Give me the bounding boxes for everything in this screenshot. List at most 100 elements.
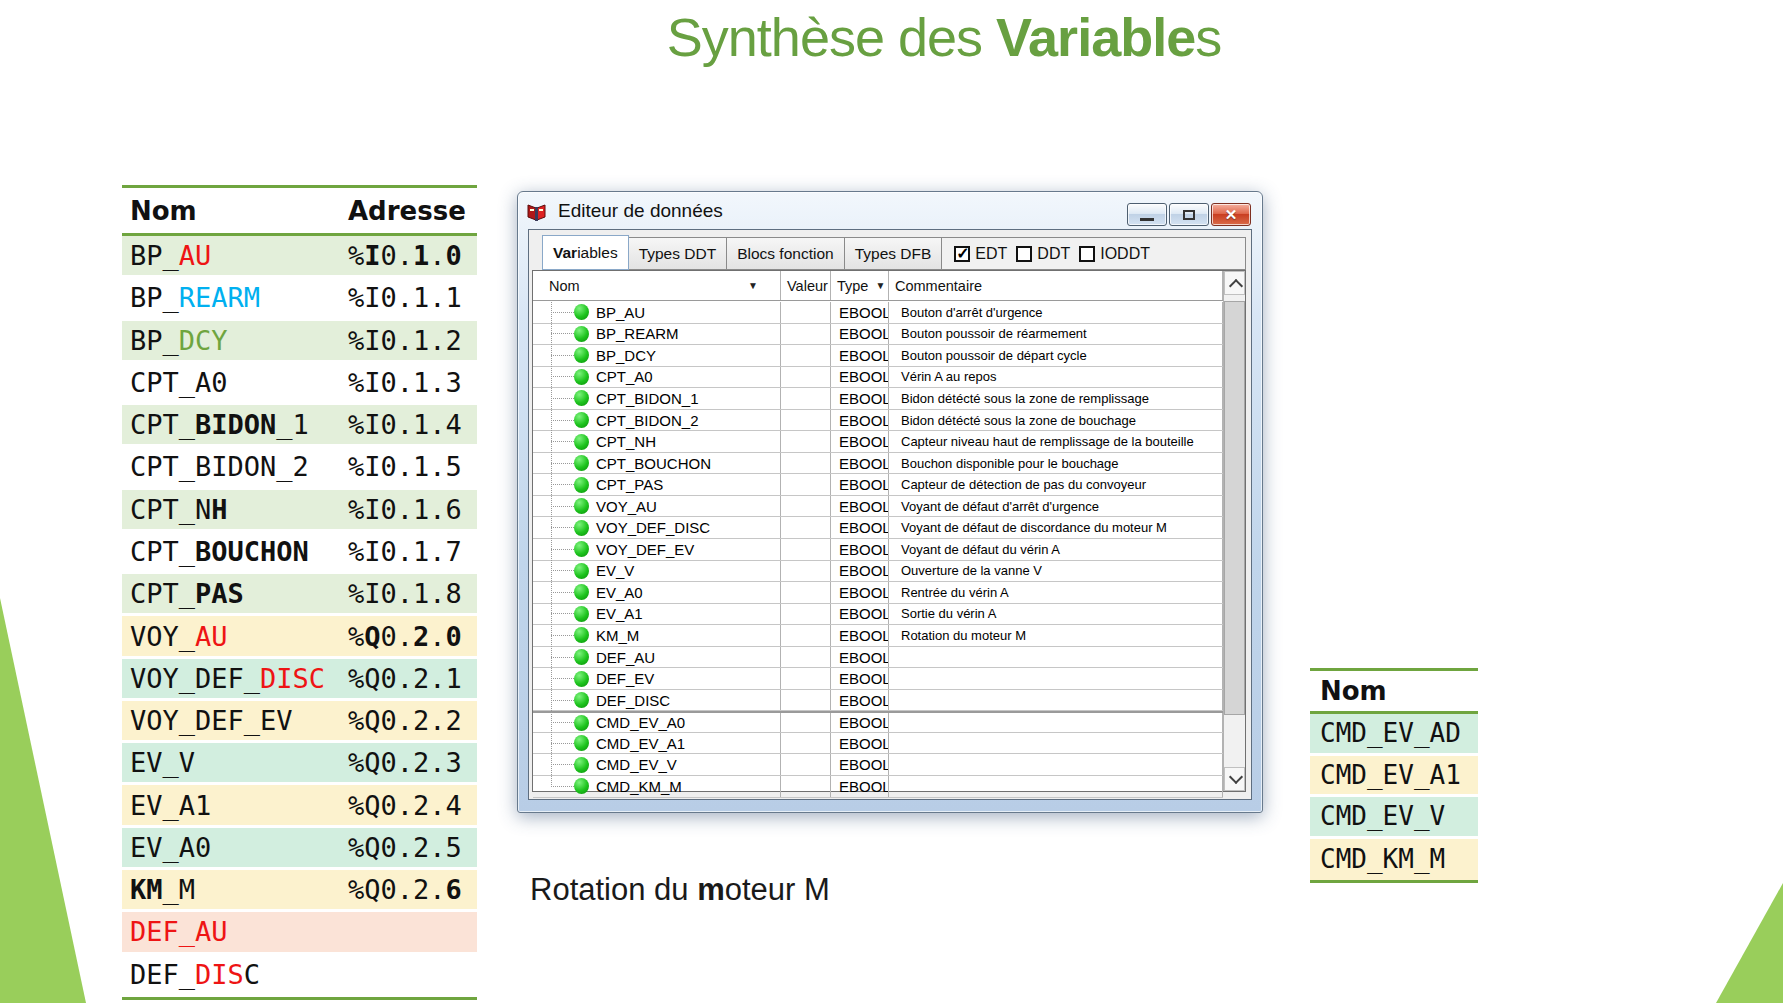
value-cell <box>781 324 831 345</box>
type-cell: EBOOL <box>831 324 889 345</box>
variable-icon <box>574 347 589 363</box>
comment-cell: Bidon détécté sous la zone de bouchage <box>889 410 1223 431</box>
value-cell <box>781 431 831 452</box>
variable-name: EV_A0 <box>596 584 643 601</box>
column-header-valeur[interactable]: Valeur <box>781 271 831 300</box>
grid-row[interactable]: VOY_DEF_EVEBOOLVoyant de défaut du vérin… <box>533 539 1223 561</box>
variable-address: %Q0.2.5 <box>348 832 462 863</box>
filter-arrow-icon[interactable]: ▼ <box>748 280 758 291</box>
grid-row[interactable]: CMD_EV_V EBOOL <box>533 754 1223 776</box>
tab-types-ddt[interactable]: Types DDT <box>628 237 728 270</box>
tab-blocs-fonction[interactable]: Blocs fonction <box>726 237 845 270</box>
variable-name: DEF_EV <box>596 670 654 687</box>
column-header-commentaire[interactable]: Commentaire <box>889 271 1223 300</box>
value-cell <box>781 647 831 668</box>
filter-arrow-icon[interactable]: ▼ <box>875 280 885 291</box>
grid-row[interactable]: DEF_AUEBOOL <box>533 647 1223 669</box>
type-text: EBOOL <box>831 325 889 342</box>
type-text: EBOOL <box>831 476 889 493</box>
checkbox-unchecked-icon[interactable] <box>1016 246 1032 262</box>
variable-name: CPT_PAS <box>596 476 663 493</box>
variable-name: DEF_DISC <box>122 959 348 990</box>
variables-grid: Nom▼ValeurType▼Commentaire BP_AUEBOOLBou… <box>532 270 1246 792</box>
variable-icon <box>574 627 589 643</box>
minimize-icon <box>1140 218 1154 221</box>
variable-address: %Q0.2.4 <box>348 790 462 821</box>
grid-row[interactable]: EV_A0EBOOLRentrée du vérin A <box>533 582 1223 604</box>
grid-row[interactable]: EV_VEBOOLOuverture de la vanne V <box>533 561 1223 583</box>
grid-body: BP_AUEBOOLBouton d'arrêt d'urgenceBP_REA… <box>533 302 1223 791</box>
table-row: CPT_BIDON_1%I0.1.4 <box>122 405 477 447</box>
column-header-type[interactable]: Type▼ <box>831 271 889 300</box>
name-cell: EV_A0 <box>533 582 781 603</box>
variable-icon <box>574 541 589 557</box>
type-cell: EBOOL <box>831 647 889 668</box>
grid-row[interactable]: CPT_BOUCHONEBOOLBouchon disponible pour … <box>533 453 1223 475</box>
grid-row[interactable]: CMD_EV_A1EBOOL <box>533 733 1223 755</box>
grid-row[interactable]: BP_AUEBOOLBouton d'arrêt d'urgence <box>533 302 1223 324</box>
variable-name: BP_AU <box>122 240 348 271</box>
table-row: CPT_BIDON_2%I0.1.5 <box>122 447 477 489</box>
type-cell: EBOOL <box>831 410 889 431</box>
grid-row[interactable]: CPT_A0EBOOLVérin A au repos <box>533 367 1223 389</box>
scroll-down-icon[interactable] <box>1224 767 1245 791</box>
value-cell <box>781 453 831 474</box>
vertical-scrollbar[interactable] <box>1223 271 1245 791</box>
grid-row[interactable]: CPT_BIDON_2EBOOLBidon détécté sous la zo… <box>533 410 1223 432</box>
grid-row[interactable]: VOY_AUEBOOLVoyant de défaut d'arrêt d'ur… <box>533 496 1223 518</box>
title-prefix: Synthèse des <box>667 7 996 67</box>
tree-branch-icon <box>551 700 574 701</box>
tree-branch-icon <box>551 463 574 464</box>
name-cell: CPT_BOUCHON <box>533 453 781 474</box>
tree-branch-icon <box>551 786 574 787</box>
grid-row[interactable]: KM_MEBOOLRotation du moteur M <box>533 625 1223 647</box>
grid-row[interactable]: VOY_DEF_DISCEBOOLVoyant de défaut de dis… <box>533 517 1223 539</box>
checkbox-checked-icon[interactable] <box>954 246 970 262</box>
grid-row[interactable]: EV_A1EBOOLSortie du vérin A <box>533 604 1223 626</box>
scrollbar-thumb[interactable] <box>1224 301 1245 715</box>
slide: Synthèse des Variables Nom Adresse BP_AU… <box>0 0 1783 1003</box>
value-cell <box>781 733 831 754</box>
grid-row[interactable]: CMD_KM_MEBOOL <box>533 776 1223 798</box>
filter-ioddt[interactable]: IODDT <box>1079 245 1150 263</box>
name-cell: CMD_EV_V <box>533 754 781 775</box>
column-header-adresse: Adresse <box>348 196 466 226</box>
checkbox-unchecked-icon[interactable] <box>1079 246 1095 262</box>
type-cell: EBOOL <box>831 754 889 775</box>
scroll-up-icon[interactable] <box>1224 271 1245 295</box>
data-editor-icon <box>526 201 547 222</box>
variable-name: EV_A1 <box>122 790 348 821</box>
type-cell: EBOOL <box>831 302 889 323</box>
grid-row[interactable]: DEF_EVEBOOL <box>533 668 1223 690</box>
maximize-button[interactable] <box>1169 203 1209 226</box>
maximize-icon <box>1183 210 1195 220</box>
table-row: BP_REARM%I0.1.1 <box>122 278 477 320</box>
window-titlebar[interactable]: Editeur de données ✕ <box>518 192 1262 229</box>
grid-row[interactable]: CPT_NHEBOOLCapteur niveau haut de rempli… <box>533 431 1223 453</box>
table-row: DEF_DISC <box>122 955 477 997</box>
grid-row[interactable]: CPT_PASEBOOLCapteur de détection de pas … <box>533 474 1223 496</box>
grid-row[interactable]: CPT_BIDON_1EBOOLBidon détécté sous la zo… <box>533 388 1223 410</box>
filter-ddt[interactable]: DDT <box>1016 245 1070 263</box>
grid-row[interactable]: CMD_EV_A0EBOOL <box>533 711 1223 733</box>
title-bold: Variable <box>996 7 1195 67</box>
grid-row[interactable]: BP_REARMEBOOLBouton poussoir de réarmeme… <box>533 324 1223 346</box>
grid-row[interactable]: DEF_DISCEBOOL <box>533 690 1223 712</box>
tab-types-dfb[interactable]: Types DFB <box>844 237 943 270</box>
variable-name: CMD_EV_V <box>596 756 677 773</box>
grid-row[interactable]: BP_DCYEBOOLBouton poussoir de départ cyc… <box>533 345 1223 367</box>
close-button[interactable]: ✕ <box>1211 203 1251 226</box>
minimize-button[interactable] <box>1127 203 1167 226</box>
type-text: EBOOL <box>831 756 889 773</box>
column-header-nom[interactable]: Nom▼ <box>533 271 781 300</box>
table-row: BP_AU%I0.1.0 <box>122 236 477 278</box>
tab-variables[interactable]: Variables <box>542 235 629 270</box>
tree-branch-icon <box>551 764 574 765</box>
filter-edt[interactable]: EDT <box>954 245 1007 263</box>
window-client-area: VariablesTypes DDTBlocs fonctionTypes DF… <box>528 229 1252 800</box>
corner-decoration-left <box>0 598 86 1003</box>
name-cell: VOY_DEF_DISC <box>533 517 781 538</box>
tree-branch-icon <box>551 657 574 658</box>
table-row: CMD_EV_V <box>1310 797 1478 839</box>
type-text: EBOOL <box>831 735 889 752</box>
